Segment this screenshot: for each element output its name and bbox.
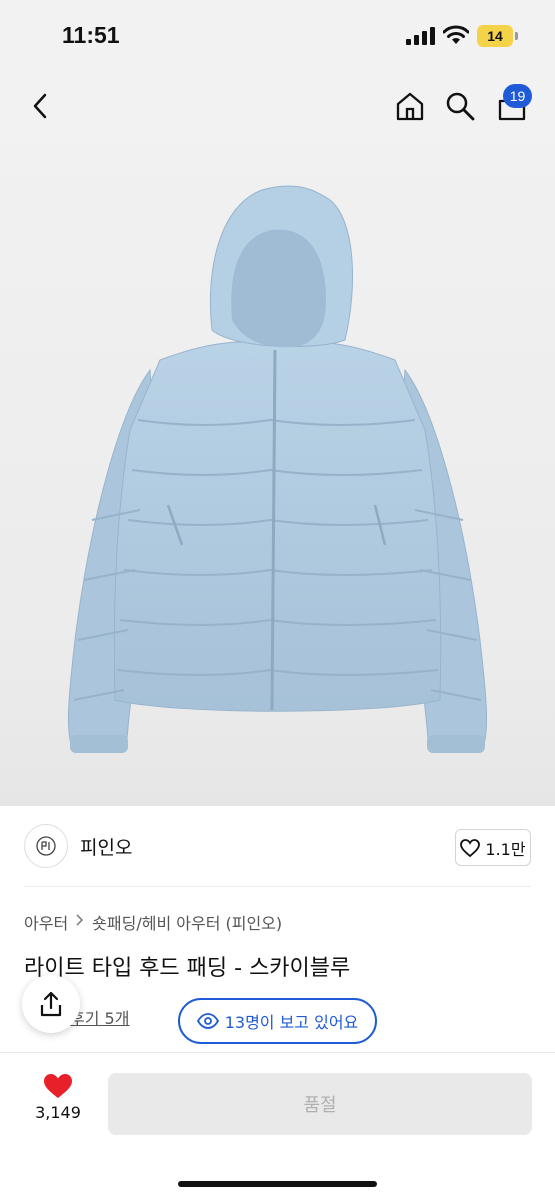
divider <box>24 886 531 887</box>
brand-name[interactable]: 피인오 <box>80 833 132 860</box>
bottom-action-bar: 3,149 품절 <box>0 1052 555 1200</box>
home-indicator[interactable] <box>178 1181 377 1187</box>
product-image[interactable] <box>0 142 555 806</box>
share-button[interactable] <box>22 975 80 1033</box>
jacket-image <box>67 185 488 753</box>
viewers-badge: 13명이 보고 있어요 <box>178 998 377 1044</box>
battery-level: 14 <box>487 28 503 44</box>
heart-filled-icon <box>44 1074 72 1098</box>
viewers-text: 13명이 보고 있어요 <box>224 1013 359 1032</box>
breadcrumb-item-category[interactable]: 숏패딩/헤비 아우터 (피인오) <box>92 910 282 934</box>
chevron-right-icon <box>76 914 84 930</box>
status-time: 11:51 <box>62 22 120 48</box>
home-button[interactable] <box>388 84 432 128</box>
back-button[interactable] <box>18 84 62 128</box>
top-navigation <box>0 72 555 142</box>
cart-count-badge: 19 <box>503 84 532 108</box>
brand-like-button[interactable]: 1.1만 <box>455 829 531 866</box>
share-icon <box>40 991 62 1017</box>
eye-icon <box>196 1013 219 1029</box>
wishlist-count: 3,149 <box>35 1103 81 1122</box>
search-button[interactable] <box>438 84 482 128</box>
status-bar: 11:51 14 <box>0 0 555 72</box>
cellular-signal-icon <box>406 27 435 45</box>
brand-like-count: 1.1만 <box>485 839 526 859</box>
product-title: 라이트 타입 후드 패딩 - 스카이블루 <box>24 956 351 981</box>
brand-row[interactable]: 피인오 1.1만 <box>0 806 555 886</box>
chevron-left-icon <box>33 93 47 119</box>
wishlist-button[interactable]: 3,149 <box>28 1073 88 1133</box>
breadcrumb-item-outer[interactable]: 아우터 <box>24 910 68 934</box>
heart-outline-icon <box>460 838 481 857</box>
wifi-icon <box>443 25 469 44</box>
search-icon <box>446 92 475 121</box>
soldout-label: 품절 <box>303 1095 337 1116</box>
brand-logo-mark-icon <box>36 836 56 856</box>
breadcrumb: 아우터 숏패딩/헤비 아우터 (피인오) <box>24 910 282 934</box>
soldout-button[interactable]: 품절 <box>108 1073 532 1135</box>
home-icon <box>396 92 424 121</box>
battery-indicator: 14 <box>477 25 519 47</box>
brand-logo[interactable] <box>24 824 68 868</box>
